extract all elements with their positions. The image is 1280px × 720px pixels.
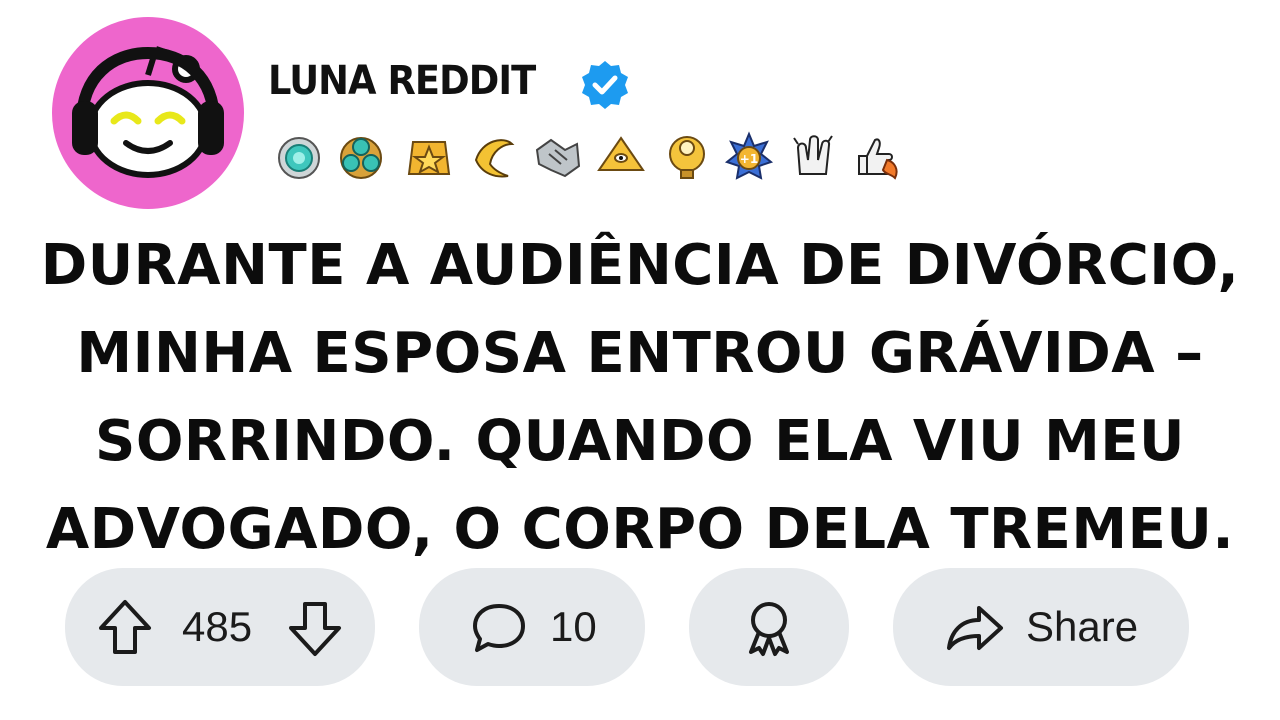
star-award-icon [407, 141, 451, 175]
share-button[interactable]: Share [893, 568, 1189, 686]
downvote-icon[interactable] [287, 600, 343, 658]
post-title-line: ADVOGADO, O CORPO DELA TREMEU. [45, 497, 1235, 562]
upvote-icon[interactable] [97, 598, 153, 656]
vote-pill: 485 [65, 568, 375, 686]
handshake-award-icon [535, 138, 581, 178]
vote-count: 485 [182, 603, 253, 650]
username[interactable]: LUNA REDDIT [268, 58, 536, 104]
verified-badge-icon [582, 61, 628, 109]
comment-count: 10 [550, 603, 597, 650]
clapping-award-icon [793, 135, 833, 175]
award-button[interactable] [689, 568, 849, 686]
plus-one-award-icon: +1 [724, 131, 774, 180]
post-title[interactable]: DURANTE A AUDIÊNCIA DE DIVÓRCIO, MINHA E… [20, 222, 1260, 574]
post-title-line: SORRINDO. QUANDO ELA VIU MEU [94, 409, 1186, 474]
medal-award-icon [278, 137, 320, 179]
gem-cluster-award-icon [340, 137, 382, 179]
pyramid-award-icon [597, 136, 645, 171]
trophy-award-icon [669, 136, 705, 179]
thumbs-up-rocket-award-icon [858, 138, 898, 180]
share-label: Share [1026, 603, 1139, 650]
comment-bubble-icon [473, 604, 525, 652]
snoo-headphones-icon [72, 46, 224, 178]
post-title-line: DURANTE A AUDIÊNCIA DE DIVÓRCIO, [40, 233, 1240, 298]
comments-button[interactable]: 10 [419, 568, 645, 686]
avatar[interactable] [52, 17, 244, 209]
banana-award-icon [474, 139, 515, 178]
svg-text:+1: +1 [740, 152, 758, 166]
post-title-line: MINHA ESPOSA ENTROU GRÁVIDA – [76, 321, 1204, 386]
share-arrow-icon [947, 606, 1003, 650]
award-ribbon-icon [749, 602, 789, 656]
